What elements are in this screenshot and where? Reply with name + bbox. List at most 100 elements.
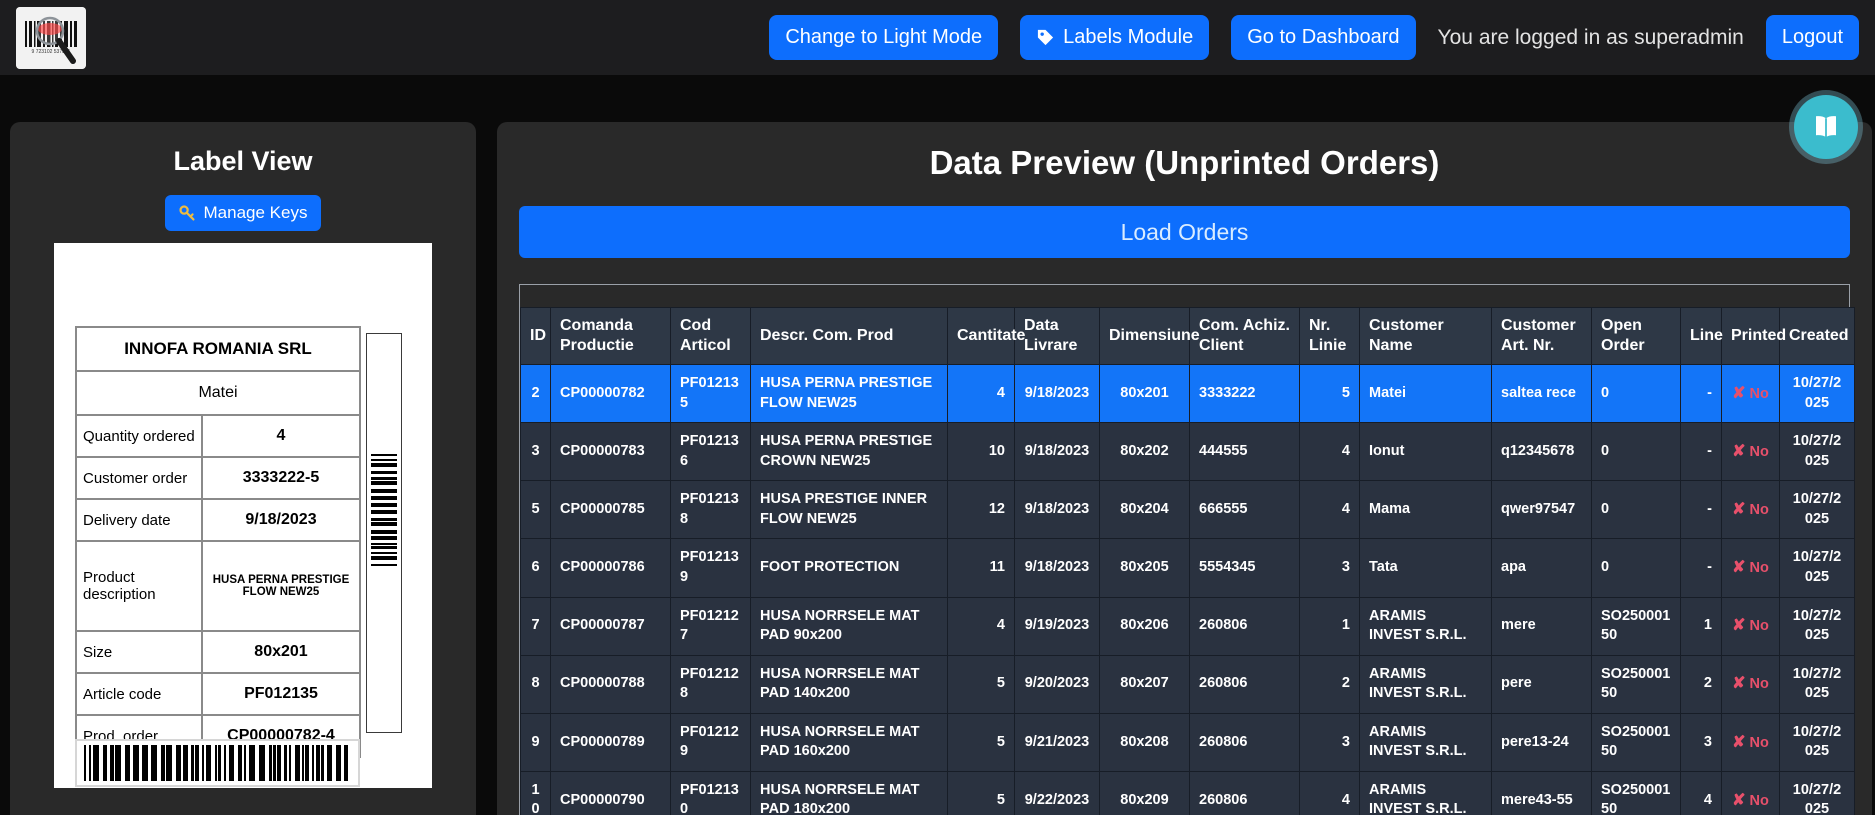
- table-cell: HUSA NORRSELE MAT PAD 90x200: [751, 597, 948, 655]
- change-light-mode-button[interactable]: Change to Light Mode: [769, 15, 998, 60]
- table-cell: apa: [1492, 539, 1592, 597]
- table-row[interactable]: 5CP00000785PF012138HUSA PRESTIGE INNER F…: [521, 481, 1855, 539]
- label-preview-card: INNOFA ROMANIA SRL Matei Quantity ordere…: [54, 243, 432, 788]
- table-cell: -: [1681, 365, 1722, 423]
- labels-module-button[interactable]: Labels Module: [1020, 15, 1209, 60]
- table-cell: 4: [948, 365, 1015, 423]
- barcode-scanner-logo[interactable]: 9 723102 537861: [16, 7, 86, 69]
- table-cell: q12345678: [1492, 423, 1592, 481]
- label-field-value: 9/18/2023: [202, 499, 360, 541]
- table-cell: 6: [521, 539, 551, 597]
- column-header[interactable]: Cantitate: [948, 308, 1015, 365]
- table-cell: 5: [948, 771, 1015, 815]
- column-header[interactable]: Customer Name: [1360, 308, 1492, 365]
- table-cell: 1: [1681, 597, 1722, 655]
- table-cell: Tata: [1360, 539, 1492, 597]
- column-header[interactable]: Open Order: [1592, 308, 1681, 365]
- table-cell: 10/27/2025: [1780, 771, 1855, 815]
- not-printed-x-icon: ✘: [1732, 443, 1745, 460]
- column-header[interactable]: Cod Articol: [671, 308, 751, 365]
- column-header[interactable]: ID: [521, 308, 551, 365]
- table-cell: HUSA NORRSELE MAT PAD 180x200: [751, 771, 948, 815]
- table-cell: CP00000787: [551, 597, 671, 655]
- tag-icon: [1036, 28, 1055, 47]
- label-field-row: Customer order3333222-5: [76, 457, 360, 499]
- table-cell: 10/27/2025: [1780, 597, 1855, 655]
- data-preview-title: Data Preview (Unprinted Orders): [497, 122, 1872, 182]
- table-cell: HUSA NORRSELE MAT PAD 160x200: [751, 713, 948, 771]
- table-row[interactable]: 6CP00000786PF012139FOOT PROTECTION119/18…: [521, 539, 1855, 597]
- table-cell: 8: [521, 655, 551, 713]
- table-cell: 80x204: [1100, 481, 1190, 539]
- column-header[interactable]: Dimensiune: [1100, 308, 1190, 365]
- table-cell: Ionut: [1360, 423, 1492, 481]
- table-cell: 260806: [1190, 655, 1300, 713]
- column-header[interactable]: Printed: [1722, 308, 1780, 365]
- book-icon: [1811, 112, 1841, 142]
- table-cell: 10/27/2025: [1780, 713, 1855, 771]
- table-cell: 2: [521, 365, 551, 423]
- manage-keys-button[interactable]: Manage Keys: [165, 195, 322, 231]
- logout-button[interactable]: Logout: [1766, 15, 1859, 60]
- table-cell: mere: [1492, 597, 1592, 655]
- column-header[interactable]: Descr. Com. Prod: [751, 308, 948, 365]
- go-to-dashboard-button[interactable]: Go to Dashboard: [1231, 15, 1415, 60]
- orders-table-header-row: IDComanda ProductieCod ArticolDescr. Com…: [521, 308, 1855, 365]
- table-cell: 10/27/2025: [1780, 423, 1855, 481]
- column-header[interactable]: Line: [1681, 308, 1722, 365]
- table-row[interactable]: 8CP00000788PF012128HUSA NORRSELE MAT PAD…: [521, 655, 1855, 713]
- table-cell: 9/21/2023: [1015, 713, 1100, 771]
- table-cell: 4: [948, 597, 1015, 655]
- table-cell: 1: [1300, 597, 1360, 655]
- label-barcode-vertical: [366, 333, 402, 733]
- column-header[interactable]: Com. Achiz. Client: [1190, 308, 1300, 365]
- column-header[interactable]: Data Livrare: [1015, 308, 1100, 365]
- barcode-logo-icon: 9 723102 537861: [16, 7, 86, 69]
- label-view-panel: Label View Manage Keys INNOFA ROMANIA SR…: [10, 122, 476, 815]
- table-row[interactable]: 3CP00000783PF012136HUSA PERNA PRESTIGE C…: [521, 423, 1855, 481]
- table-row[interactable]: 9CP00000789PF012129HUSA NORRSELE MAT PAD…: [521, 713, 1855, 771]
- table-cell: 0: [1592, 423, 1681, 481]
- column-header[interactable]: Customer Art. Nr.: [1492, 308, 1592, 365]
- column-header[interactable]: Created: [1780, 308, 1855, 365]
- table-cell: 4: [1300, 481, 1360, 539]
- printed-status-text: No: [1750, 502, 1769, 518]
- table-cell: 3: [1681, 713, 1722, 771]
- printed-status-text: No: [1750, 560, 1769, 576]
- table-row[interactable]: 10CP00000790PF012130HUSA NORRSELE MAT PA…: [521, 771, 1855, 815]
- table-cell: HUSA NORRSELE MAT PAD 140x200: [751, 655, 948, 713]
- table-cell: ✘No: [1722, 365, 1780, 423]
- table-row[interactable]: 7CP00000787PF012127HUSA NORRSELE MAT PAD…: [521, 597, 1855, 655]
- label-field-row: Product descriptionHUSA PERNA PRESTIGE F…: [76, 541, 360, 631]
- column-header[interactable]: Nr. Linie: [1300, 308, 1360, 365]
- table-cell: CP00000785: [551, 481, 671, 539]
- table-cell: 9/18/2023: [1015, 539, 1100, 597]
- table-cell: 12: [948, 481, 1015, 539]
- table-cell: ✘No: [1722, 655, 1780, 713]
- label-field-name: Product description: [76, 541, 202, 631]
- label-field-name: Delivery date: [76, 499, 202, 541]
- labels-module-label: Labels Module: [1063, 26, 1193, 49]
- table-cell: 10: [521, 771, 551, 815]
- label-field-value: 3333222-5: [202, 457, 360, 499]
- table-cell: 260806: [1190, 771, 1300, 815]
- printed-status-text: No: [1750, 618, 1769, 634]
- labels-module-fab[interactable]: [1794, 95, 1858, 159]
- printed-status-text: No: [1750, 444, 1769, 460]
- table-row[interactable]: 2CP00000782PF012135HUSA PERNA PRESTIGE F…: [521, 365, 1855, 423]
- table-cell: qwer97547: [1492, 481, 1592, 539]
- table-cell: 5: [948, 713, 1015, 771]
- orders-table: IDComanda ProductieCod ArticolDescr. Com…: [520, 307, 1855, 815]
- table-cell: 4: [1300, 771, 1360, 815]
- label-field-value: PF012135: [202, 673, 360, 715]
- table-cell: 260806: [1190, 597, 1300, 655]
- printed-status-text: No: [1750, 735, 1769, 751]
- table-cell: PF012130: [671, 771, 751, 815]
- table-cell: ✘No: [1722, 539, 1780, 597]
- table-cell: 5: [1300, 365, 1360, 423]
- column-header[interactable]: Comanda Productie: [551, 308, 671, 365]
- table-cell: 80x201: [1100, 365, 1190, 423]
- table-cell: SO25000150: [1592, 655, 1681, 713]
- table-cell: SO25000150: [1592, 771, 1681, 815]
- load-orders-button[interactable]: Load Orders: [519, 206, 1850, 258]
